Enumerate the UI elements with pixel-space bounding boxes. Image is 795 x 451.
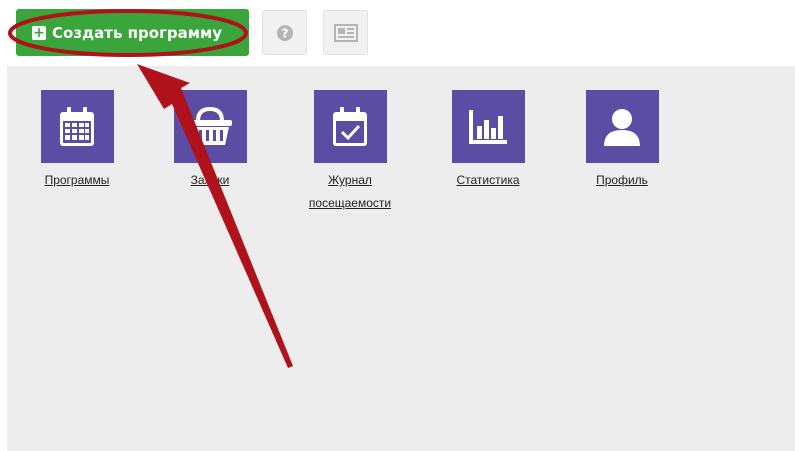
user-icon	[604, 108, 640, 146]
newspaper-icon	[333, 23, 358, 42]
menu-label-attendance-journal[interactable]: Журнал посещаемости	[295, 169, 405, 215]
profile-tile[interactable]	[585, 90, 659, 163]
menu-item-applications[interactable]: Заявки	[155, 90, 265, 192]
menu-item-statistics[interactable]: Статистика	[433, 90, 543, 192]
bar-chart-icon	[469, 109, 507, 144]
basket-icon	[188, 106, 232, 145]
menu-item-profile[interactable]: Профиль	[567, 90, 677, 192]
svg-text:?: ?	[281, 26, 288, 40]
calendar-icon	[60, 106, 94, 146]
calendar-check-icon	[333, 106, 367, 146]
applications-tile[interactable]	[173, 90, 247, 163]
menu-label-applications[interactable]: Заявки	[155, 169, 265, 192]
create-program-button[interactable]: + Создать программу	[16, 9, 249, 56]
programs-tile[interactable]	[40, 90, 114, 163]
question-circle-icon: ?	[276, 24, 293, 41]
menu-item-attendance-journal[interactable]: Журнал посещаемости	[295, 90, 405, 215]
main-content: Программы Заявки Журнал посещаемости Ста…	[7, 66, 795, 451]
toolbar: + Создать программу ?	[0, 0, 795, 66]
menu-label-profile[interactable]: Профиль	[567, 169, 677, 192]
attendance-journal-tile[interactable]	[313, 90, 387, 163]
statistics-tile[interactable]	[451, 90, 525, 163]
menu-item-programs[interactable]: Программы	[22, 90, 132, 192]
menu-label-statistics[interactable]: Статистика	[433, 169, 543, 192]
plus-square-icon: +	[32, 24, 46, 41]
news-button[interactable]	[323, 10, 368, 55]
menu-label-programs[interactable]: Программы	[22, 169, 132, 192]
help-button[interactable]: ?	[262, 10, 307, 55]
create-program-label: Создать программу	[52, 23, 223, 42]
